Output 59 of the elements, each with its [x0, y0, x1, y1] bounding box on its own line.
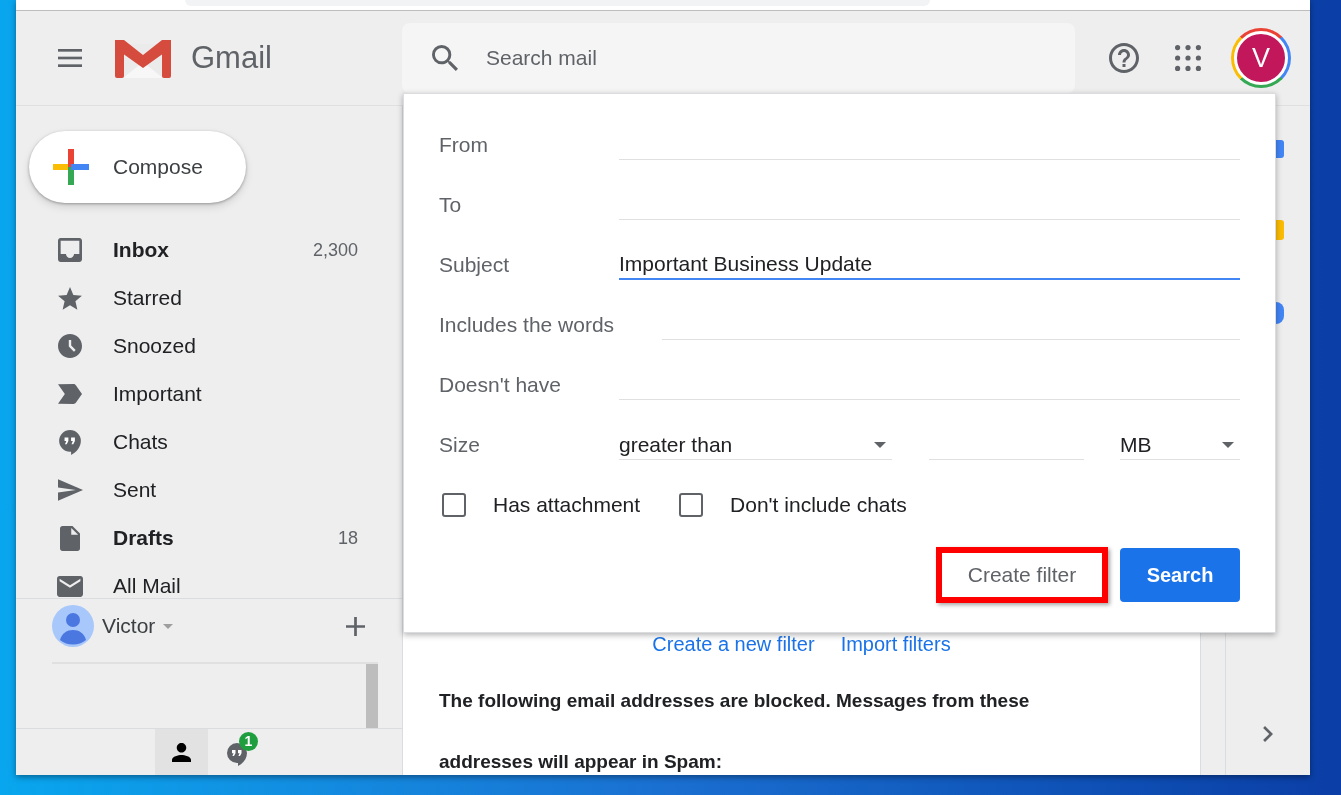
menu-icon[interactable] [58, 49, 82, 67]
search-input[interactable]: Search mail [486, 43, 1055, 73]
checkbox-label[interactable]: Has attachment [493, 489, 641, 521]
caret-icon[interactable] [163, 623, 174, 629]
nav-label[interactable]: Inbox [113, 238, 169, 262]
search-bar[interactable]: Search mail [402, 23, 1075, 93]
scrollbar[interactable] [366, 664, 378, 728]
unread-count: 2,300 [312, 239, 358, 261]
document-icon [60, 525, 80, 551]
search-icon[interactable] [432, 45, 458, 71]
nav-label[interactable]: Starred [113, 286, 182, 310]
apps-grid-icon[interactable] [1175, 45, 1201, 71]
account-avatar[interactable]: V [1231, 28, 1291, 88]
field-label: Size [439, 433, 480, 457]
help-icon[interactable] [1109, 43, 1139, 73]
contacts-tab[interactable] [155, 729, 208, 775]
text-field[interactable]: Important Business Update [619, 250, 1240, 280]
filter-link[interactable]: Import filters [840, 632, 951, 656]
create-filter-button[interactable]: Create filter [942, 553, 1102, 597]
caret-icon [874, 441, 886, 448]
unit-dropdown[interactable]: MB [1120, 430, 1240, 460]
user-name[interactable]: Victor [102, 610, 156, 642]
comparator-dropdown[interactable]: greater than [619, 430, 892, 460]
field-label: To [439, 193, 462, 217]
field-label: From [439, 133, 488, 157]
nav-label[interactable]: Drafts [113, 526, 174, 550]
unread-badge: 1 [239, 732, 258, 751]
gmail-logo[interactable] [115, 38, 171, 78]
field-label: Doesn't have [439, 373, 561, 397]
product-name: Gmail [191, 40, 272, 76]
blocked-notice: The following email addresses are blocked. Messages from these addresses will appear in Spam: [439, 689, 1031, 774]
search-button[interactable]: Search [1120, 548, 1240, 602]
nav-label[interactable]: All Mail [113, 574, 181, 598]
clock-icon [58, 334, 82, 358]
plus-icon [53, 149, 89, 185]
field-label: Subject [439, 253, 510, 277]
avatar-icon[interactable] [52, 605, 94, 647]
checkbox[interactable] [442, 493, 466, 517]
nav-label[interactable]: Chats [113, 430, 168, 454]
nav-label[interactable]: Snoozed [113, 334, 196, 358]
envelope-icon [57, 575, 83, 597]
star-icon [58, 286, 82, 310]
person-icon [172, 742, 191, 762]
filter-link[interactable]: Create a new filter [652, 632, 815, 656]
checkbox-label[interactable]: Don't include chats [730, 489, 907, 521]
send-icon [57, 479, 83, 501]
tag-icon [58, 384, 82, 404]
unread-count: 18 [337, 527, 358, 549]
inbox-icon [58, 238, 82, 262]
chevron-right-icon[interactable] [1263, 726, 1273, 742]
add-icon[interactable] [346, 616, 365, 636]
caret-icon [1222, 441, 1234, 448]
side-panel-icon[interactable] [1276, 302, 1284, 324]
compose-button[interactable]: Compose [29, 131, 246, 203]
nav-label[interactable]: Important [113, 382, 202, 406]
field-label: Includes the words [439, 313, 615, 337]
checkbox[interactable] [679, 493, 704, 517]
chat-bubble-icon [59, 429, 81, 455]
nav-label[interactable]: Sent [113, 478, 157, 502]
